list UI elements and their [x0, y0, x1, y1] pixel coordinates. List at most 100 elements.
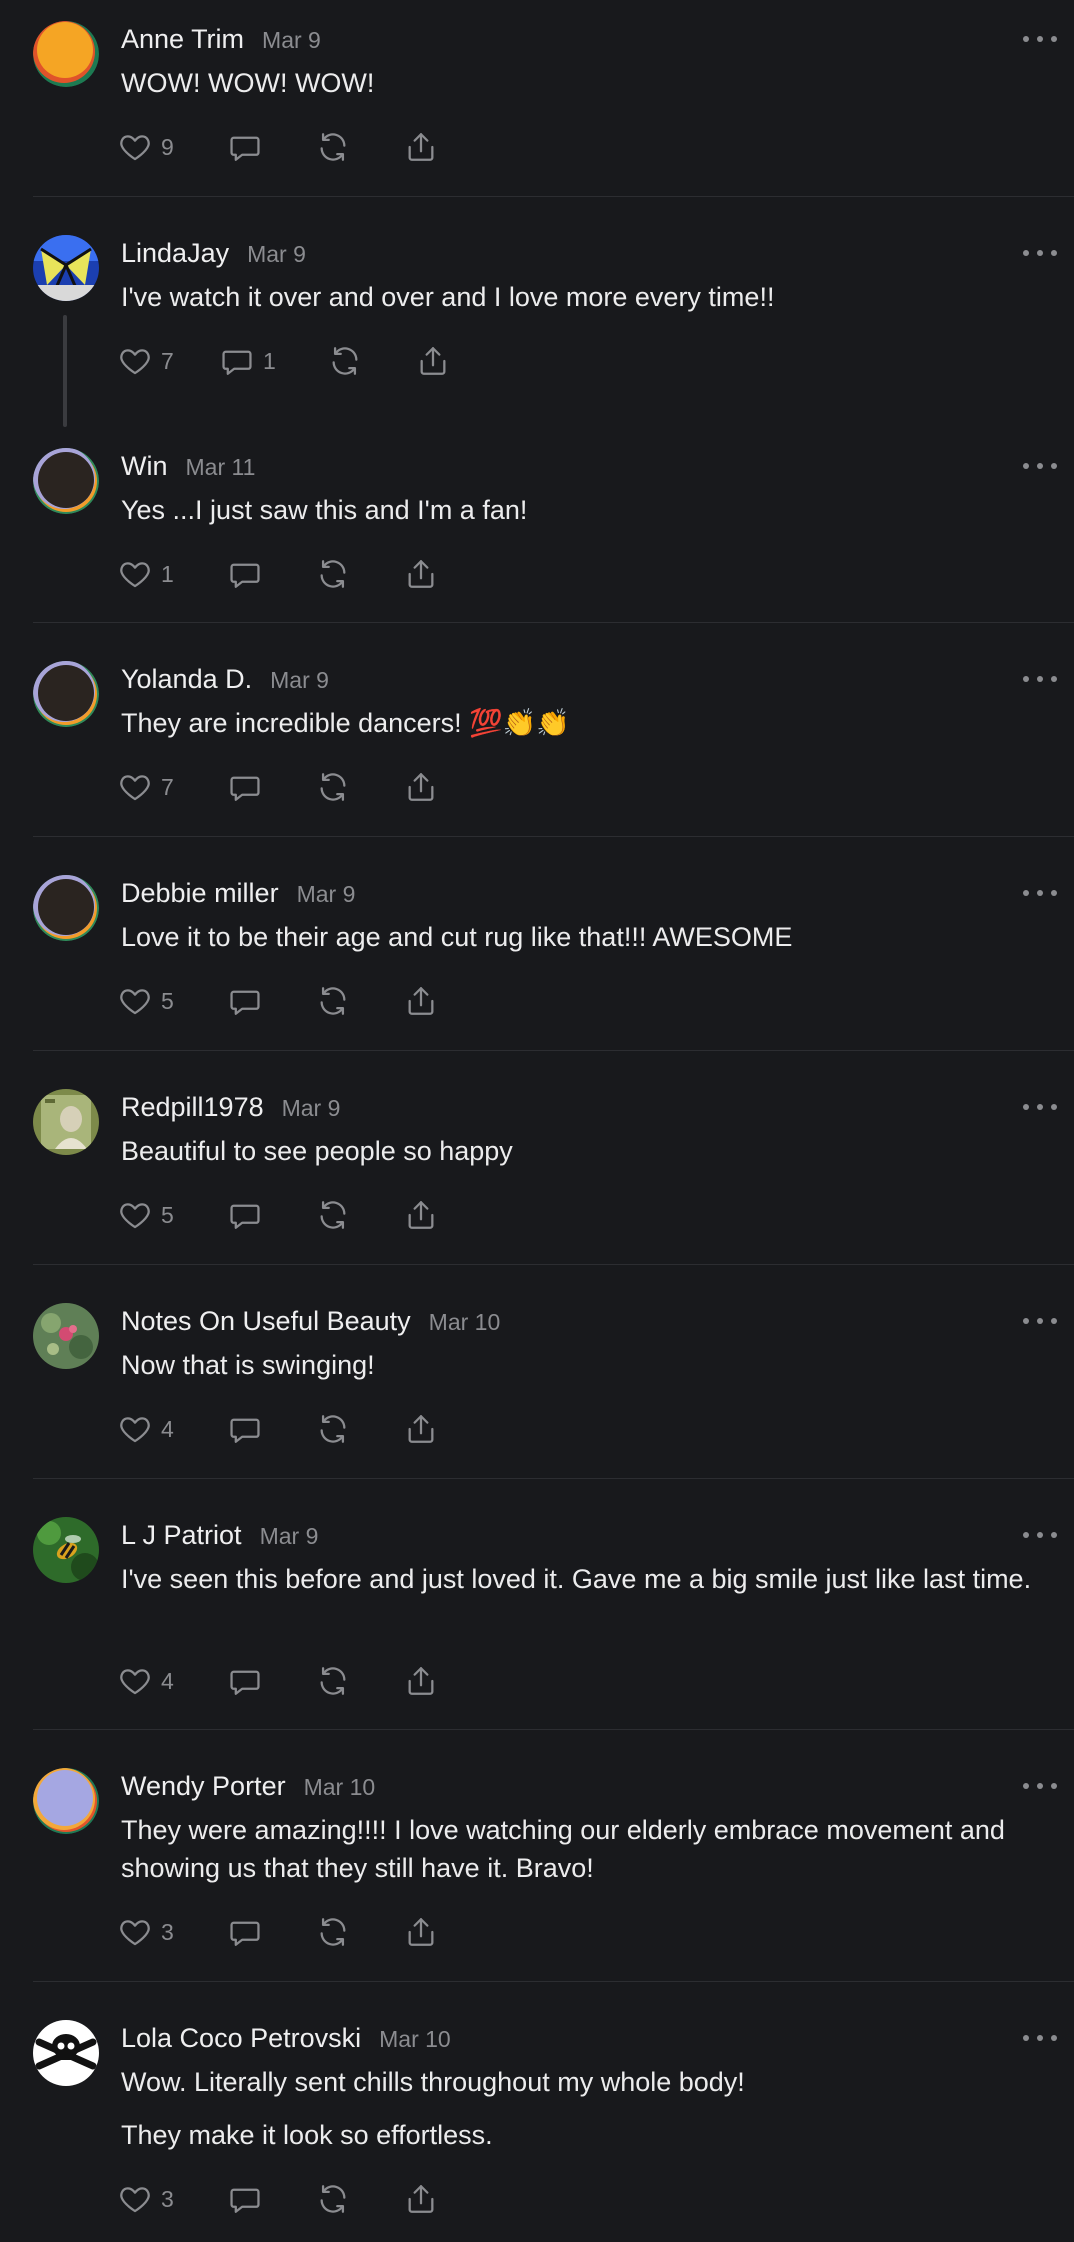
restack-button[interactable] [316, 1195, 350, 1235]
more-dot [1023, 890, 1029, 896]
comment-text: WOW! WOW! WOW! [121, 64, 1051, 102]
restack-button[interactable] [316, 981, 350, 1021]
more-options-icon[interactable] [1020, 1525, 1060, 1545]
author-name[interactable]: Anne Trim [121, 24, 244, 55]
comment-header: L J Patriot Mar 9 [121, 1520, 318, 1551]
share-button[interactable] [404, 981, 438, 1021]
more-options-icon[interactable] [1020, 243, 1060, 263]
share-button[interactable] [404, 767, 438, 807]
comment-header: LindaJay Mar 9 [121, 238, 306, 269]
more-dot [1051, 2035, 1057, 2041]
author-name[interactable]: Yolanda D. [121, 664, 252, 695]
action-bar: 71 [118, 341, 478, 381]
reply-button[interactable] [228, 1195, 262, 1235]
more-dot [1037, 1318, 1043, 1324]
avatar[interactable] [33, 1768, 99, 1834]
more-options-icon[interactable] [1020, 1311, 1060, 1331]
author-name[interactable]: L J Patriot [121, 1520, 242, 1551]
reply-button[interactable] [228, 1661, 262, 1701]
avatar[interactable] [33, 448, 99, 514]
more-options-icon[interactable] [1020, 456, 1060, 476]
share-icon [416, 344, 450, 378]
restack-button[interactable] [316, 2179, 350, 2219]
like-button[interactable]: 3 [118, 2179, 174, 2219]
reply-button[interactable] [228, 554, 262, 594]
more-dot [1037, 890, 1043, 896]
restack-button[interactable] [316, 1409, 350, 1449]
author-name[interactable]: Lola Coco Petrovski [121, 2023, 361, 2054]
avatar[interactable] [33, 661, 99, 727]
more-options-icon[interactable] [1020, 1097, 1060, 1117]
restack-button[interactable] [316, 554, 350, 594]
reply-button[interactable] [228, 127, 262, 167]
reply-button[interactable] [228, 1912, 262, 1952]
reply-button[interactable]: 1 [220, 341, 276, 381]
refresh-icon [316, 770, 350, 804]
reply-button[interactable] [228, 981, 262, 1021]
author-name[interactable]: Wendy Porter [121, 1771, 286, 1802]
comment-date: Mar 10 [428, 1309, 501, 1335]
avatar[interactable] [33, 1089, 99, 1155]
avatar[interactable] [33, 21, 99, 87]
share-button[interactable] [404, 554, 438, 594]
like-button[interactable]: 4 [118, 1409, 174, 1449]
like-button[interactable]: 4 [118, 1661, 174, 1701]
author-name[interactable]: Redpill1978 [121, 1092, 264, 1123]
comment-date: Mar 10 [379, 2026, 451, 2052]
share-button[interactable] [404, 1195, 438, 1235]
author-name[interactable]: Notes On Useful Beauty [121, 1306, 411, 1337]
restack-button[interactable] [316, 1661, 350, 1701]
share-button[interactable] [404, 1912, 438, 1952]
avatar[interactable] [33, 875, 99, 941]
avatar[interactable] [33, 2020, 99, 2086]
restack-button[interactable] [316, 1912, 350, 1952]
more-options-icon[interactable] [1020, 669, 1060, 689]
share-button[interactable] [404, 1409, 438, 1449]
reply-button[interactable] [228, 1409, 262, 1449]
share-button[interactable] [416, 341, 450, 381]
restack-button[interactable] [316, 127, 350, 167]
comment-header: Lola Coco Petrovski Mar 10 [121, 2023, 451, 2054]
divider [33, 1050, 1074, 1051]
like-button[interactable]: 9 [118, 127, 174, 167]
share-button[interactable] [404, 127, 438, 167]
comment-paragraph: They were amazing!!!! I love watching ou… [121, 1815, 1005, 1883]
like-button[interactable]: 7 [118, 767, 174, 807]
like-count: 7 [161, 347, 174, 374]
comment-date: Mar 9 [247, 241, 306, 267]
like-button[interactable]: 3 [118, 1912, 174, 1952]
like-button[interactable]: 7 [118, 341, 174, 381]
more-options-icon[interactable] [1020, 1776, 1060, 1796]
more-options-icon[interactable] [1020, 29, 1060, 49]
action-bar: 4 [118, 1661, 478, 1701]
reply-button[interactable] [228, 767, 262, 807]
reply-button[interactable] [228, 2179, 262, 2219]
heart-icon [118, 130, 152, 164]
more-dot [1037, 1532, 1043, 1538]
comment-paragraph: I've seen this before and just loved it.… [121, 1564, 1032, 1594]
author-name[interactable]: Win [121, 451, 168, 482]
thread-line [63, 315, 67, 427]
restack-button[interactable] [316, 767, 350, 807]
restack-button[interactable] [328, 341, 362, 381]
author-name[interactable]: LindaJay [121, 238, 229, 269]
comment-text: Now that is swinging! [121, 1346, 1051, 1384]
share-button[interactable] [404, 2179, 438, 2219]
author-name[interactable]: Debbie miller [121, 878, 279, 909]
comment-date: Mar 9 [270, 667, 329, 693]
like-button[interactable]: 5 [118, 981, 174, 1021]
share-icon [404, 130, 438, 164]
like-button[interactable]: 1 [118, 554, 174, 594]
avatar[interactable] [33, 1303, 99, 1369]
avatar[interactable] [33, 235, 99, 301]
more-dot [1037, 676, 1043, 682]
refresh-icon [316, 1915, 350, 1949]
more-options-icon[interactable] [1020, 883, 1060, 903]
like-count: 4 [161, 1667, 174, 1694]
like-button[interactable]: 5 [118, 1195, 174, 1235]
share-button[interactable] [404, 1661, 438, 1701]
more-options-icon[interactable] [1020, 2028, 1060, 2048]
more-dot [1037, 463, 1043, 469]
avatar[interactable] [33, 1517, 99, 1583]
comment-paragraph: Now that is swinging! [121, 1350, 375, 1380]
